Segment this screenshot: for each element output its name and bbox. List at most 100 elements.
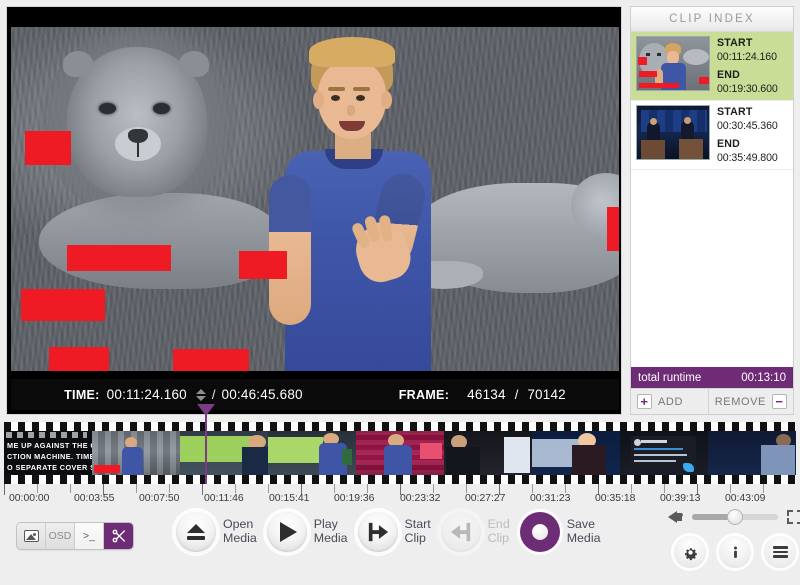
presenter-eye-left — [331, 95, 340, 101]
osd-button[interactable]: OSD — [46, 523, 75, 549]
play-media-control[interactable]: Play Media — [266, 512, 348, 552]
ruler-label: 00:11:46 — [204, 493, 244, 504]
ruler-label: 00:27:27 — [465, 493, 506, 504]
ruler-tick — [169, 484, 170, 493]
playhead[interactable] — [205, 422, 207, 484]
gear-icon — [684, 547, 697, 560]
ruler-tick — [433, 484, 434, 493]
filmstrip-frame — [444, 431, 532, 475]
start-clip-button[interactable] — [357, 512, 398, 552]
ruler-tick — [37, 484, 38, 493]
lion-nose — [128, 129, 148, 143]
volume-knob[interactable] — [727, 509, 743, 525]
clip-start-label: START — [717, 37, 753, 49]
ruler-label: 00:19:36 — [334, 493, 375, 504]
time-label: TIME: — [64, 387, 100, 402]
remove-label: REMOVE — [714, 395, 766, 408]
minus-icon: − — [772, 394, 787, 409]
redaction-block — [607, 207, 619, 251]
lion-ear-left — [63, 51, 93, 77]
volume-row — [668, 509, 800, 525]
open-media-control[interactable]: Open Media — [176, 512, 257, 552]
clip-end-value: 00:19:30.600 — [717, 82, 778, 95]
presenter-hair-top — [309, 37, 395, 67]
ruler-tick — [664, 484, 665, 493]
presenter-nose — [347, 105, 355, 116]
add-clip-button[interactable]: + ADD — [631, 389, 708, 414]
redaction-block — [239, 251, 287, 279]
fullscreen-icon[interactable] — [787, 510, 800, 524]
info-button[interactable] — [719, 536, 751, 568]
label-line-2: Media — [223, 531, 257, 545]
save-media-control[interactable]: Save Media — [519, 512, 600, 552]
total-runtime-bar: total runtime 00:13:10 — [631, 367, 793, 388]
ruler-label: 00:23:32 — [400, 493, 441, 504]
lion-eye-left — [99, 103, 116, 114]
time-stepper[interactable] — [195, 388, 206, 401]
snapshot-button[interactable] — [17, 523, 46, 549]
speaker-icon[interactable] — [668, 511, 683, 523]
clip-times: START 00:30:45.360 END 00:35:49.800 — [717, 105, 778, 165]
volume-slider[interactable] — [692, 509, 778, 525]
ruler-label: 00:31:23 — [530, 493, 571, 504]
ruler-label: 00:03:55 — [74, 493, 115, 504]
clip-times: START 00:11:24.160 END 00:19:30.600 — [717, 36, 778, 96]
presenter-eye-right — [356, 95, 365, 101]
ruler-tick — [367, 484, 368, 493]
filmstrip-timeline[interactable]: ME UP AGAINST THE CLINTO CTION MACHINE. … — [4, 422, 796, 484]
ruler-tick — [466, 484, 467, 493]
label-line-2: Media — [313, 531, 348, 545]
filmstrip-frame — [708, 431, 796, 475]
presenter-brow-left — [328, 87, 345, 91]
label-line-2: Clip — [404, 531, 426, 545]
letterbox-top — [11, 11, 619, 27]
scissors-icon — [112, 529, 125, 543]
total-frames-value: 70142 — [527, 387, 566, 402]
playlist-button[interactable] — [764, 536, 796, 568]
clip-index-panel: CLIP INDEX START 00:11:24.160 END 00:19:… — [630, 6, 794, 415]
ruler-tick — [268, 484, 269, 493]
clip-index-title: CLIP INDEX — [631, 7, 793, 32]
lion-mouth — [137, 143, 139, 157]
clip-list-item[interactable]: START 00:11:24.160 END 00:19:30.600 — [631, 32, 793, 102]
video-stage[interactable] — [11, 11, 619, 381]
filmstrip-frame — [268, 431, 356, 475]
playhead-line-top — [205, 409, 207, 422]
ruler-label: 00:15:41 — [269, 493, 310, 504]
remove-clip-button[interactable]: REMOVE − — [707, 389, 793, 414]
timeline-ruler[interactable]: 00:00:00 00:03:55 00:07:50 00:11:46 00:1… — [4, 484, 796, 506]
clip-list[interactable]: START 00:11:24.160 END 00:19:30.600 STAR… — [631, 32, 793, 367]
frame-label: FRAME: — [398, 387, 450, 402]
current-frame-value: 46134 — [467, 387, 506, 402]
time-status-bar: TIME: 00:11:24.160 / 00:46:45.680 FRAME:… — [11, 379, 619, 410]
start-clip-icon — [368, 522, 388, 542]
frame-group: FRAME: 46134 / 70142 — [399, 387, 566, 402]
settings-button[interactable] — [674, 536, 706, 568]
ruler-tick — [4, 484, 5, 495]
save-media-button[interactable] — [519, 512, 560, 552]
label-line-1: Open — [223, 517, 254, 532]
ruler-tick — [730, 484, 731, 493]
list-icon — [772, 546, 788, 558]
redaction-block — [49, 347, 109, 373]
chevron-up-icon[interactable] — [195, 388, 206, 394]
ruler-tick — [631, 484, 632, 493]
end-clip-button[interactable] — [440, 512, 481, 552]
ruler-tick — [136, 484, 137, 493]
console-button[interactable]: >_ — [75, 523, 104, 549]
end-clip-control[interactable]: End Clip — [440, 512, 510, 552]
filmstrip-frame — [356, 431, 444, 475]
start-clip-control[interactable]: Start Clip — [357, 512, 431, 552]
info-icon — [733, 545, 737, 558]
filmstrip-frames: ME UP AGAINST THE CLINTO CTION MACHINE. … — [4, 431, 796, 475]
clip-list-item[interactable]: START 00:30:45.360 END 00:35:49.800 — [631, 101, 793, 171]
ruler-tick — [70, 484, 71, 493]
video-player[interactable]: TIME: 00:11:24.160 / 00:46:45.680 FRAME:… — [6, 6, 622, 415]
open-media-button[interactable] — [176, 512, 216, 552]
cut-tool-button[interactable] — [104, 523, 133, 549]
clip-thumbnail — [636, 105, 710, 161]
play-media-button[interactable] — [266, 512, 307, 552]
chevron-down-icon[interactable] — [195, 395, 206, 401]
clip-start-value: 00:11:24.160 — [717, 50, 777, 63]
current-time-value: 00:11:24.160 — [106, 387, 187, 402]
